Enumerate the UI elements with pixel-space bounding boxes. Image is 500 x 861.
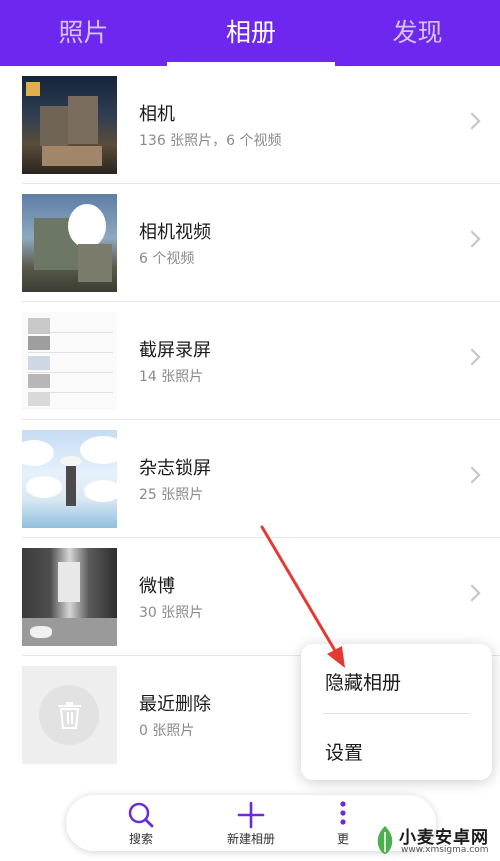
album-thumbnail <box>22 312 117 410</box>
album-thumbnail <box>22 666 117 764</box>
album-thumbnail <box>22 76 117 174</box>
tab-photos[interactable]: 照片 <box>0 0 167 66</box>
tab-discover[interactable]: 发现 <box>335 0 500 66</box>
chevron-right-icon <box>463 348 481 366</box>
search-button[interactable]: 搜索 <box>96 795 186 851</box>
album-magazine-lockscreen[interactable]: 杂志锁屏 25 张照片 <box>0 420 500 538</box>
new-album-label: 新建相册 <box>226 832 275 846</box>
album-count: 25 张照片 <box>139 487 204 503</box>
album-camera[interactable]: 相机 136 张照片，6 个视频 <box>0 66 500 184</box>
more-popup-menu: 隐藏相册 设置 <box>301 644 492 780</box>
album-weibo[interactable]: 微博 30 张照片 <box>0 538 500 656</box>
menu-divider <box>323 713 470 714</box>
watermark: 小麦安卓网 www.xmsigma.com <box>369 820 500 861</box>
album-name: 最近删除 <box>139 694 211 715</box>
album-name: 相机 <box>139 104 175 125</box>
album-name: 微博 <box>139 576 175 597</box>
album-name: 截屏录屏 <box>139 340 211 361</box>
plus-icon <box>237 801 265 829</box>
album-count: 136 张照片，6 个视频 <box>139 133 282 149</box>
menu-item-settings[interactable]: 设置 <box>325 738 363 765</box>
tab-albums[interactable]: 相册 <box>167 0 335 66</box>
new-album-button[interactable]: 新建相册 <box>206 795 296 851</box>
album-thumbnail <box>22 194 117 292</box>
album-count: 0 张照片 <box>139 723 195 739</box>
watermark-url: www.xmsigma.com <box>401 845 489 855</box>
chevron-right-icon <box>463 112 481 130</box>
trash-icon <box>58 702 81 729</box>
album-name: 杂志锁屏 <box>139 458 211 479</box>
chevron-right-icon <box>463 584 481 602</box>
more-vertical-icon <box>340 801 346 825</box>
search-icon <box>128 802 154 828</box>
album-count: 30 张照片 <box>139 605 204 621</box>
menu-item-hide-albums[interactable]: 隐藏相册 <box>325 668 401 695</box>
album-thumbnail <box>22 548 117 646</box>
chevron-right-icon <box>463 466 481 484</box>
album-camera-video[interactable]: 相机视频 6 个视频 <box>0 184 500 302</box>
album-screenshots[interactable]: 截屏录屏 14 张照片 <box>0 302 500 420</box>
chevron-right-icon <box>463 230 481 248</box>
album-count: 14 张照片 <box>139 369 204 385</box>
top-tab-bar: 照片 相册 发现 <box>0 0 500 66</box>
more-label: 更 <box>336 832 349 846</box>
search-label: 搜索 <box>128 832 153 846</box>
album-thumbnail <box>22 430 117 528</box>
album-count: 6 个视频 <box>139 251 195 267</box>
more-button[interactable]: 更 <box>318 795 368 851</box>
watermark-logo-icon <box>377 826 393 854</box>
album-name: 相机视频 <box>139 222 211 243</box>
